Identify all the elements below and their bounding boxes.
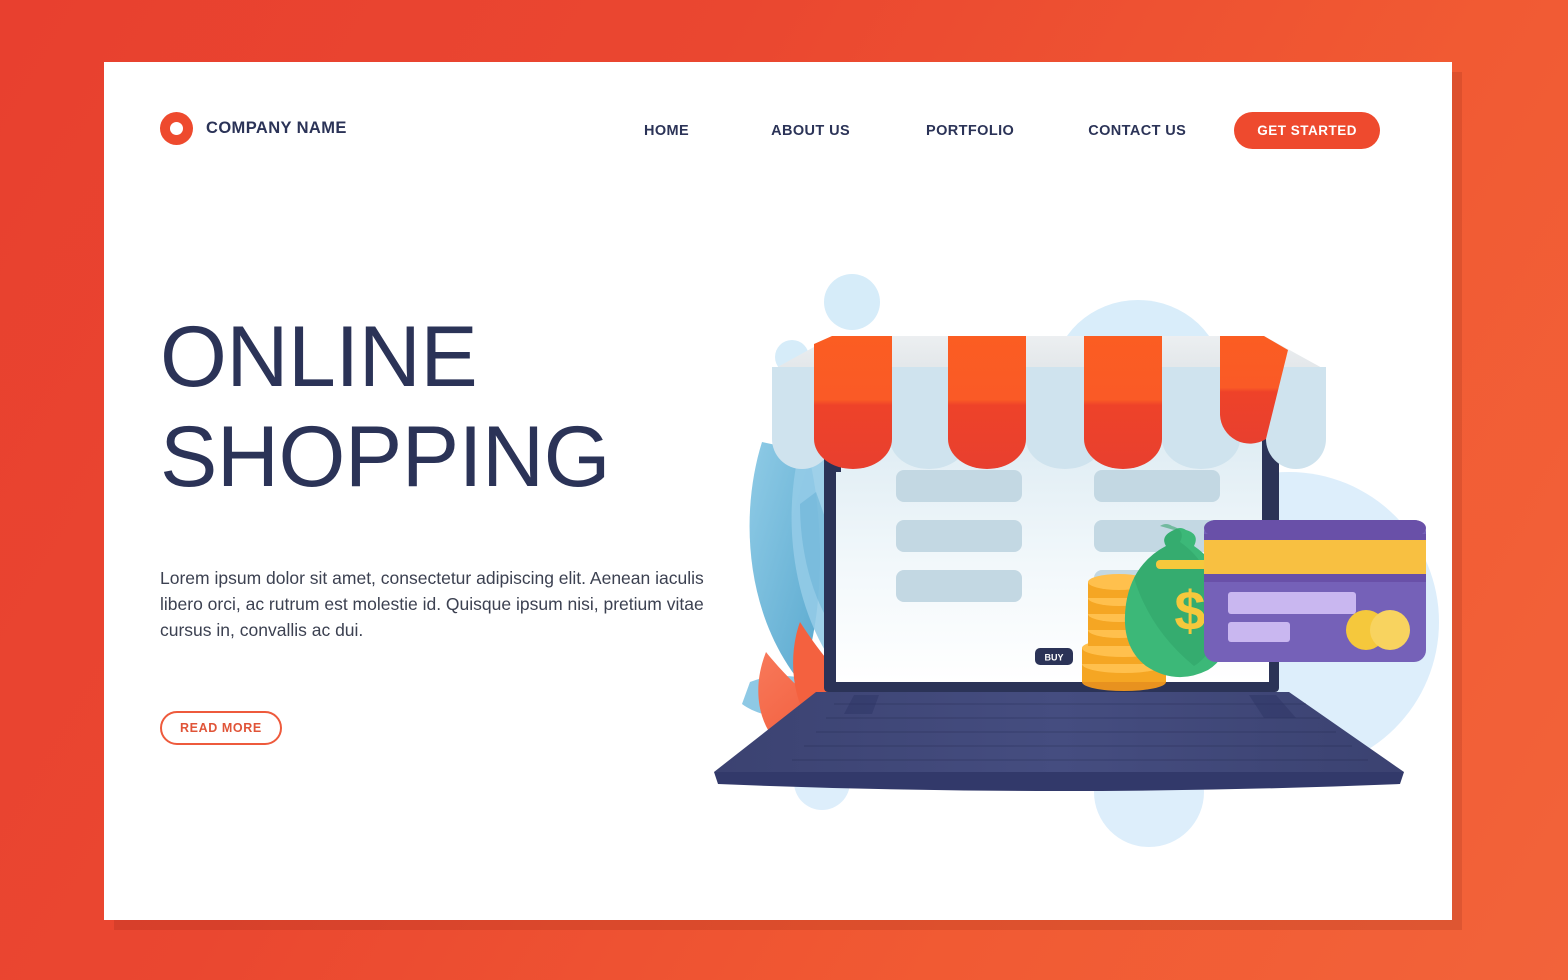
nav-item-portfolio[interactable]: PORTFOLIO xyxy=(926,123,1014,139)
screen-buy-button[interactable]: BUY xyxy=(1035,648,1073,665)
hero-illustration: BUY $ xyxy=(704,252,1439,847)
page-title: ONLINE SHOPPING xyxy=(160,307,740,507)
nav-item-about-us[interactable]: ABOUT US xyxy=(771,123,850,139)
svg-text:$: $ xyxy=(1174,579,1205,642)
get-started-button[interactable]: GET STARTED xyxy=(1234,112,1380,149)
brand-logo[interactable]: COMPANY NAME xyxy=(160,112,347,145)
main-nav: HOME ABOUT US PORTFOLIO CONTACT US GET S… xyxy=(644,112,1380,149)
read-more-button[interactable]: READ MORE xyxy=(160,711,282,745)
landing-page-card: COMPANY NAME HOME ABOUT US PORTFOLIO CON… xyxy=(104,62,1452,920)
page-title-line-1: ONLINE xyxy=(160,309,478,405)
screen-buy-label: BUY xyxy=(1044,653,1063,663)
page-title-line-2: SHOPPING xyxy=(160,409,610,505)
nav-item-home[interactable]: HOME xyxy=(644,123,689,139)
hero-paragraph: Lorem ipsum dolor sit amet, consectetur … xyxy=(160,568,704,640)
nav-item-contact-us[interactable]: CONTACT US xyxy=(1088,123,1186,139)
laptop-base xyxy=(714,692,1404,791)
ring-logo-icon xyxy=(160,112,193,145)
site-header: COMPANY NAME HOME ABOUT US PORTFOLIO CON… xyxy=(104,62,1452,187)
hero-text-column: ONLINE SHOPPING Lorem ipsum dolor sit am… xyxy=(160,307,740,745)
credit-card xyxy=(1204,520,1426,662)
brand-name: COMPANY NAME xyxy=(206,119,347,137)
